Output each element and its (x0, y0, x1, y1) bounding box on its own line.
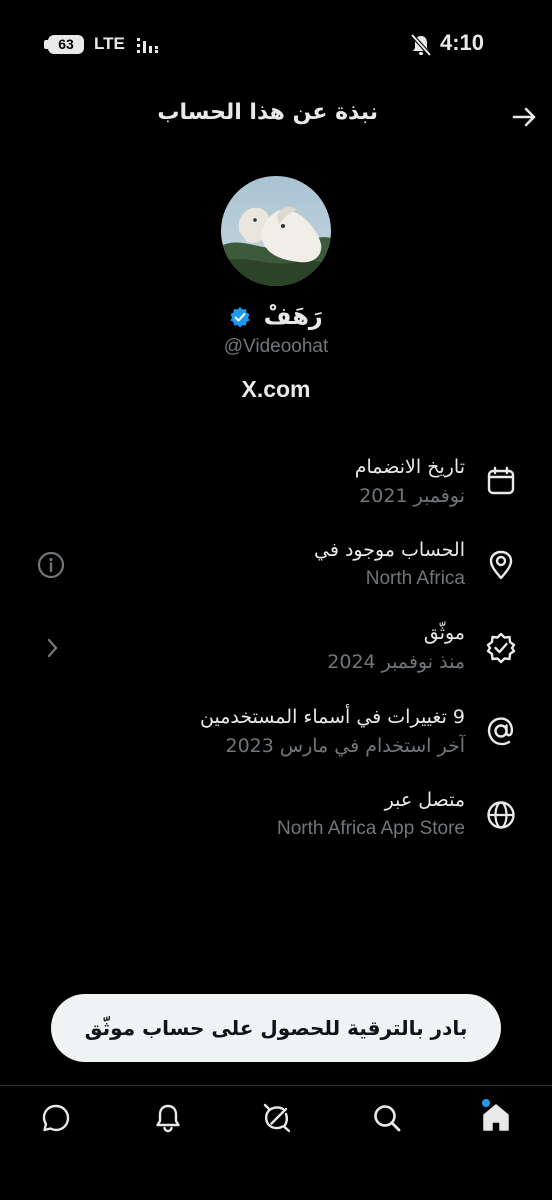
connected-via-value: North Africa App Store (277, 818, 465, 839)
connected-via-label: متصل عبر (384, 789, 465, 811)
location-label: الحساب موجود في (314, 539, 465, 561)
nav-divider (0, 1085, 552, 1086)
page-title: نبذة عن هذا الحساب (157, 100, 378, 125)
website-link[interactable]: X.com (0, 376, 552, 403)
signal-icon (137, 38, 158, 53)
joined-value: نوفمبر 2021 (359, 485, 465, 507)
globe-icon (487, 801, 515, 829)
at-sign-icon (487, 717, 514, 746)
display-name: رَهَفْ (263, 302, 323, 330)
location-value: North Africa (365, 568, 465, 589)
battery-indicator: 63 (48, 35, 84, 54)
status-bar: 63 LTE 4:10 (0, 0, 552, 90)
username-changes-label: 9 تغييرات في أسماء المستخدمين (200, 706, 465, 728)
bell-off-icon (410, 33, 432, 57)
joined-label: تاريخ الانضمام (354, 456, 465, 478)
display-name-row: رَهَفْ (0, 302, 552, 330)
network-type: LTE (94, 34, 125, 53)
username-changes-value: آخر استخدام في مارس 2023 (225, 735, 466, 757)
avatar-image (221, 176, 331, 286)
location-pin-icon (489, 550, 513, 580)
notifications-icon[interactable] (150, 1100, 186, 1136)
grok-icon[interactable] (259, 1100, 295, 1136)
verified-badge-icon (230, 307, 250, 328)
verified-value: منذ نوفمبر 2024 (327, 651, 465, 673)
avatar[interactable] (221, 176, 331, 286)
upgrade-button[interactable]: بادر بالترقية للحصول على حساب موثّق (51, 994, 501, 1062)
username-handle: @Videoohat (223, 336, 329, 357)
info-icon[interactable] (36, 550, 66, 580)
verified-label: موثّق (423, 622, 465, 644)
verified-badge-outline-icon (486, 632, 516, 664)
clock: 4:10 (440, 30, 485, 55)
notification-dot (482, 1099, 490, 1107)
back-arrow-icon[interactable] (510, 103, 538, 131)
messages-icon[interactable] (38, 1100, 74, 1136)
search-icon[interactable] (369, 1100, 405, 1136)
chevron-left-icon[interactable] (36, 633, 66, 663)
calendar-icon (487, 466, 515, 495)
